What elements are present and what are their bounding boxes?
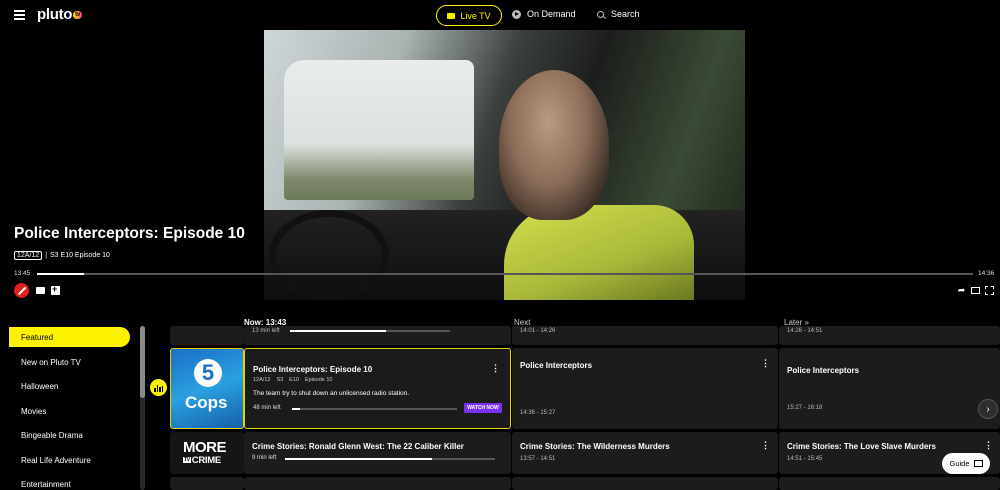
program-time: 14:51 - 15:45 [787,456,823,462]
more-options-icon[interactable]: ⋮ [761,440,770,451]
captions-icon[interactable] [34,284,47,297]
menu-icon[interactable] [14,10,25,20]
nav-live-tv-label: Live TV [460,10,491,21]
logo[interactable]: pluto tv [37,6,82,23]
channel-tile-bottom[interactable] [170,477,244,490]
program-progress [285,458,495,460]
program-tile-crime-now[interactable] [244,432,511,474]
program-tag: 12A/12 [253,377,271,383]
program-title: Crime Stories: The Wilderness Murders [520,442,670,451]
category-real-life-adventure[interactable]: Real Life Adventure [9,450,130,470]
program-tile-bottom-next[interactable] [512,477,778,490]
program-progress [292,408,457,410]
search-icon [597,10,604,18]
now-playing-icon [150,379,167,396]
more-options-icon[interactable]: ⋮ [761,358,770,369]
video-steering-wheel [269,210,389,300]
program-tile-bottom-later[interactable] [779,477,1000,490]
video-car-window [284,60,474,200]
share-icon[interactable]: ➦ [955,284,968,297]
category-bingeable-drama[interactable]: Bingeable Drama [9,425,130,445]
program-tile-featured-later[interactable] [779,348,1000,429]
channel-badge: TV [183,457,191,463]
program-time: 14:26 - 14:51 [787,328,823,334]
category-new-on-pluto[interactable]: New on Pluto TV [9,352,130,372]
video-officer-head [499,70,609,220]
program-title: Police Interceptors [787,366,860,375]
more-options-icon[interactable]: ⋮ [491,363,500,374]
program-description: The team try to shut down an unlicensed … [253,390,410,397]
top-bar: pluto tv Live TV On Demand Search [0,0,1000,30]
meta-separator: | [45,252,48,259]
program-tag: E10 [289,377,299,383]
program-tile-bottom-now[interactable] [244,477,511,490]
sidebar-scrollbar-thumb[interactable] [140,326,145,398]
program-title: Crime Stories: The Love Slave Murders [787,442,936,451]
picture-in-picture-icon[interactable] [969,284,982,297]
nav-on-demand[interactable]: On Demand [512,9,576,19]
playback-progress-fill [37,273,84,275]
program-time-left: 48 min left [253,405,281,411]
time-start: 13:45 [14,270,31,277]
program-tile-crime-next[interactable] [512,432,778,474]
program-tag: S3 [276,377,284,383]
video-player[interactable] [264,30,745,300]
video-hi-vis-vest [504,205,694,300]
program-title: Police Interceptors: Episode 10 [253,365,373,374]
program-tags: 12A/12 S3 E10 Episode 10 [253,377,333,383]
nav-live-tv[interactable]: Live TV [436,5,502,26]
channel-logo-more-tv-crime[interactable]: MORE TV CRIME [170,432,244,474]
more-options-icon[interactable]: ⋮ [984,440,993,451]
program-time: 15:27 - 16:18 [787,405,823,411]
add-to-list-icon[interactable] [49,284,62,297]
tv-icon [447,12,456,19]
program-title: Police Interceptors [520,361,593,370]
program-progress [290,330,450,332]
channel-tile-top[interactable] [170,326,244,345]
program-progress-fill [290,330,386,332]
program-time: 14:36 - 15:27 [520,410,556,416]
program-tile-top-now[interactable] [244,326,511,345]
program-time-left: 9 min left [252,455,277,461]
program-time-left: 13 min left [252,328,280,334]
logo-badge: tv [73,11,82,19]
guide-button[interactable]: Guide [942,453,990,474]
episode-info: S3 E10 Episode 10 [50,252,110,259]
category-featured[interactable]: Featured [9,327,130,347]
guide-button-label: Guide [949,459,970,468]
guide-icon [973,460,983,467]
chevron-right-icon[interactable]: › [978,399,998,419]
playback-progress[interactable] [37,273,973,275]
channel-name: MORE [183,439,227,456]
nav-search-label: Search [611,9,640,19]
program-title: Police Interceptors: Episode 10 [14,225,245,242]
channel-logo-5-cops[interactable]: 5 Cops [170,348,244,429]
logo-text: pluto [37,6,73,23]
mute-icon[interactable] [14,283,29,298]
pluto-tv-app: pluto tv Live TV On Demand Search Police … [0,0,1000,490]
watch-now-button[interactable]: WATCH NOW [464,403,502,413]
nav-search[interactable]: Search [597,9,640,19]
channel-subname: TV CRIME [183,455,221,466]
program-tile-featured-now[interactable] [244,348,511,429]
nav-on-demand-label: On Demand [527,9,576,19]
category-entertainment[interactable]: Entertainment [9,474,130,490]
program-title: Crime Stories: Ronald Glenn West: The 22… [252,442,464,451]
sidebar-scrollbar[interactable] [140,326,145,490]
category-movies[interactable]: Movies [9,401,130,421]
time-end: 14:36 [978,270,995,277]
program-time: 13:57 - 14:51 [520,456,556,462]
channel-subname-text: CRIME [191,455,221,466]
program-progress-fill [285,458,432,460]
category-halloween[interactable]: Halloween [9,376,130,396]
play-circle-icon [512,9,521,19]
program-progress-fill [292,408,301,410]
fullscreen-icon[interactable] [983,284,996,297]
category-sidebar: Featured New on Pluto TV Halloween Movie… [0,326,145,490]
rating-badge: 12A/12 [14,251,43,260]
program-meta: 12A/12 | S3 E10 Episode 10 [14,251,110,260]
program-tag: Episode 10 [304,377,333,383]
program-time: 14:01 - 14:26 [520,328,556,334]
